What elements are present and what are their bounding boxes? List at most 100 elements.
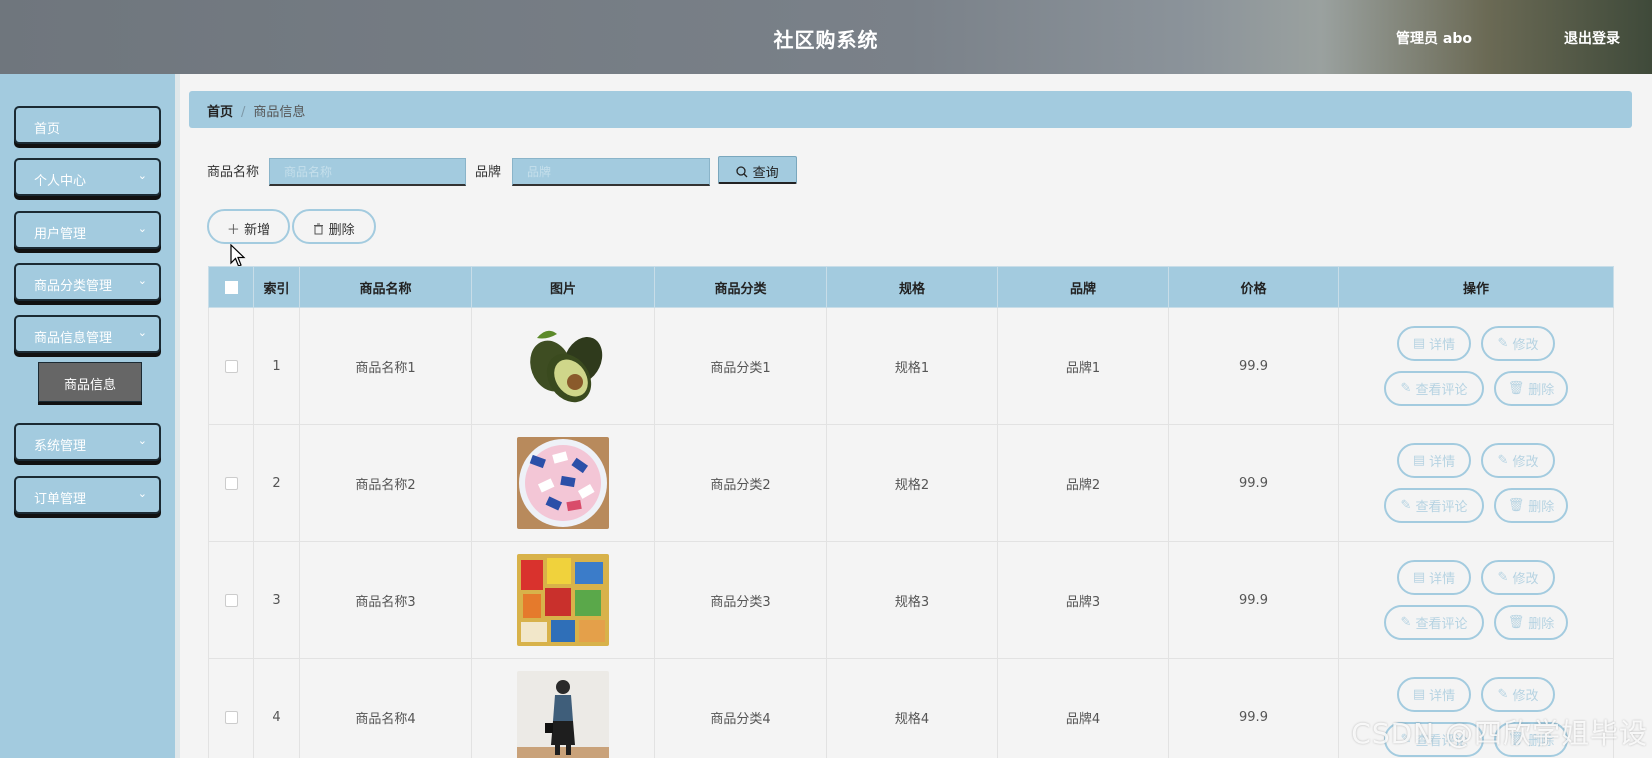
sidebar-subitem-product-info[interactable]: 商品信息 — [38, 362, 142, 402]
cell-price: 99.9 — [1168, 424, 1339, 542]
sidebar-item-system[interactable]: 系统管理 ⌄ — [14, 423, 161, 461]
chevron-down-icon: ⌄ — [137, 222, 147, 235]
product-table: 索引 商品名称 图片 商品分类 规格 品牌 价格 操作 1 商品名称1 商品分类… — [208, 266, 1614, 758]
sidebar-item-users[interactable]: 用户管理 ⌄ — [14, 211, 161, 249]
row-checkbox[interactable] — [224, 476, 238, 490]
sidebar-item-label: 首页 — [34, 122, 61, 137]
view-comments-button[interactable]: ✎ 查看评论 — [1384, 371, 1484, 406]
sidebar-item-category[interactable]: 商品分类管理 ⌄ — [14, 263, 161, 301]
chevron-down-icon: ⌄ — [137, 274, 147, 287]
sidebar-item-label: 订单管理 — [34, 492, 87, 507]
add-button[interactable]: ＋ 新增 — [207, 209, 290, 244]
sidebar-item-label: 个人中心 — [34, 174, 87, 189]
query-button[interactable]: 查询 — [718, 156, 797, 184]
product-name-label: 商品名称 — [207, 165, 260, 180]
cell-category: 商品分类1 — [654, 307, 827, 425]
column-header: 索引 — [253, 266, 300, 308]
breadcrumb-separator: / — [241, 105, 246, 120]
view-comments-button[interactable]: ✎ 查看评论 — [1384, 488, 1484, 523]
cell-category: 商品分类3 — [654, 541, 827, 659]
product-image — [517, 671, 609, 758]
table-row: 3 商品名称3 商品分类3 规格3 品牌3 99.9 ▤ 详情 ✎ 修改 ✎ 查看评论… — [208, 541, 1614, 659]
column-header: 商品分类 — [654, 266, 827, 308]
cell-index: 2 — [253, 424, 300, 542]
delete-button[interactable]: 🗑 删除 — [1494, 488, 1568, 523]
top-header: 社区购系统 管理员 abo 退出登录 — [0, 0, 1652, 74]
cell-spec: 规格2 — [826, 424, 998, 542]
batch-delete-button[interactable]: 删除 — [292, 209, 376, 244]
delete-button[interactable]: 🗑 删除 — [1494, 605, 1568, 640]
search-icon — [736, 166, 748, 178]
brand-label: 品牌 — [475, 165, 502, 180]
cell-spec: 规格3 — [826, 541, 998, 659]
breadcrumb-home[interactable]: 首页 — [207, 105, 233, 120]
cell-name: 商品名称1 — [299, 307, 472, 425]
cell-price: 99.9 — [1168, 541, 1339, 659]
chevron-down-icon: ⌄ — [137, 434, 147, 447]
view-comments-button-label: 查看评论 — [1415, 383, 1468, 398]
detail-button[interactable]: ▤ 详情 — [1397, 560, 1471, 595]
sidebar-item-label: 商品信息管理 — [34, 331, 113, 346]
detail-button-label: 详情 — [1429, 338, 1456, 353]
pencil-icon: ✎ — [1400, 381, 1412, 396]
sidebar-item-label: 系统管理 — [34, 439, 87, 454]
pencil-icon: ✎ — [1497, 687, 1509, 702]
detail-button-label: 详情 — [1429, 572, 1456, 587]
cell-name: 商品名称4 — [299, 658, 472, 758]
select-all-cell — [208, 266, 254, 308]
row-checkbox[interactable] — [224, 593, 238, 607]
document-icon: ▤ — [1412, 453, 1426, 468]
document-icon: ▤ — [1412, 570, 1426, 585]
trash-icon: 🗑 — [1507, 498, 1525, 513]
cell-index: 1 — [253, 307, 300, 425]
edit-button[interactable]: ✎ 修改 — [1481, 560, 1555, 595]
brand-input[interactable] — [512, 158, 710, 186]
edit-button-label: 修改 — [1512, 338, 1539, 353]
column-header: 图片 — [471, 266, 655, 308]
view-comments-button-label: 查看评论 — [1415, 500, 1468, 515]
sidebar-item-products[interactable]: 商品信息管理 ⌄ — [14, 315, 161, 353]
view-comments-button[interactable]: ✎ 查看评论 — [1384, 605, 1484, 640]
sidebar-item-home[interactable]: 首页 — [14, 106, 161, 144]
cell-brand: 品牌4 — [997, 658, 1169, 758]
cell-spec: 规格4 — [826, 658, 998, 758]
detail-button[interactable]: ▤ 详情 — [1397, 326, 1471, 361]
table-row: 2 商品名称2 商品分类2 规格2 品牌2 99.9 ▤ 详情 ✎ 修改 ✎ 查看评论… — [208, 424, 1614, 542]
product-image — [517, 554, 609, 646]
cell-index: 4 — [253, 658, 300, 758]
row-checkbox[interactable] — [224, 710, 238, 724]
logout-link[interactable]: 退出登录 — [1564, 28, 1620, 48]
column-header: 操作 — [1338, 266, 1614, 308]
delete-button-label: 删除 — [1528, 617, 1555, 632]
document-icon: ▤ — [1412, 336, 1426, 351]
cell-brand: 品牌2 — [997, 424, 1169, 542]
trash-icon: 🗑 — [1507, 381, 1525, 396]
detail-button[interactable]: ▤ 详情 — [1397, 677, 1471, 712]
sidebar-item-profile[interactable]: 个人中心 ⌄ — [14, 158, 161, 196]
column-header: 商品名称 — [299, 266, 472, 308]
trash-icon — [314, 223, 324, 235]
cell-spec: 规格1 — [826, 307, 998, 425]
add-button-label: 新增 — [244, 223, 271, 238]
delete-button[interactable]: 🗑 删除 — [1494, 371, 1568, 406]
pencil-icon: ✎ — [1497, 453, 1509, 468]
cell-category: 商品分类2 — [654, 424, 827, 542]
column-header: 规格 — [826, 266, 998, 308]
breadcrumb: 首页 / 商品信息 — [189, 91, 1632, 128]
delete-button-label: 删除 — [328, 223, 355, 238]
cell-brand: 品牌3 — [997, 541, 1169, 659]
delete-button-label: 删除 — [1528, 383, 1555, 398]
edit-button[interactable]: ✎ 修改 — [1481, 677, 1555, 712]
sidebar-scrollbar[interactable] — [175, 74, 180, 758]
select-all-checkbox[interactable] — [224, 280, 238, 294]
detail-button-label: 详情 — [1429, 455, 1456, 470]
cell-price: 99.9 — [1168, 658, 1339, 758]
row-checkbox[interactable] — [224, 359, 238, 373]
edit-button[interactable]: ✎ 修改 — [1481, 443, 1555, 478]
detail-button[interactable]: ▤ 详情 — [1397, 443, 1471, 478]
view-comments-button-label: 查看评论 — [1415, 617, 1468, 632]
sidebar-item-orders[interactable]: 订单管理 ⌄ — [14, 476, 161, 514]
edit-button[interactable]: ✎ 修改 — [1481, 326, 1555, 361]
product-name-input[interactable] — [269, 158, 466, 186]
sidebar-item-label: 用户管理 — [34, 227, 87, 242]
